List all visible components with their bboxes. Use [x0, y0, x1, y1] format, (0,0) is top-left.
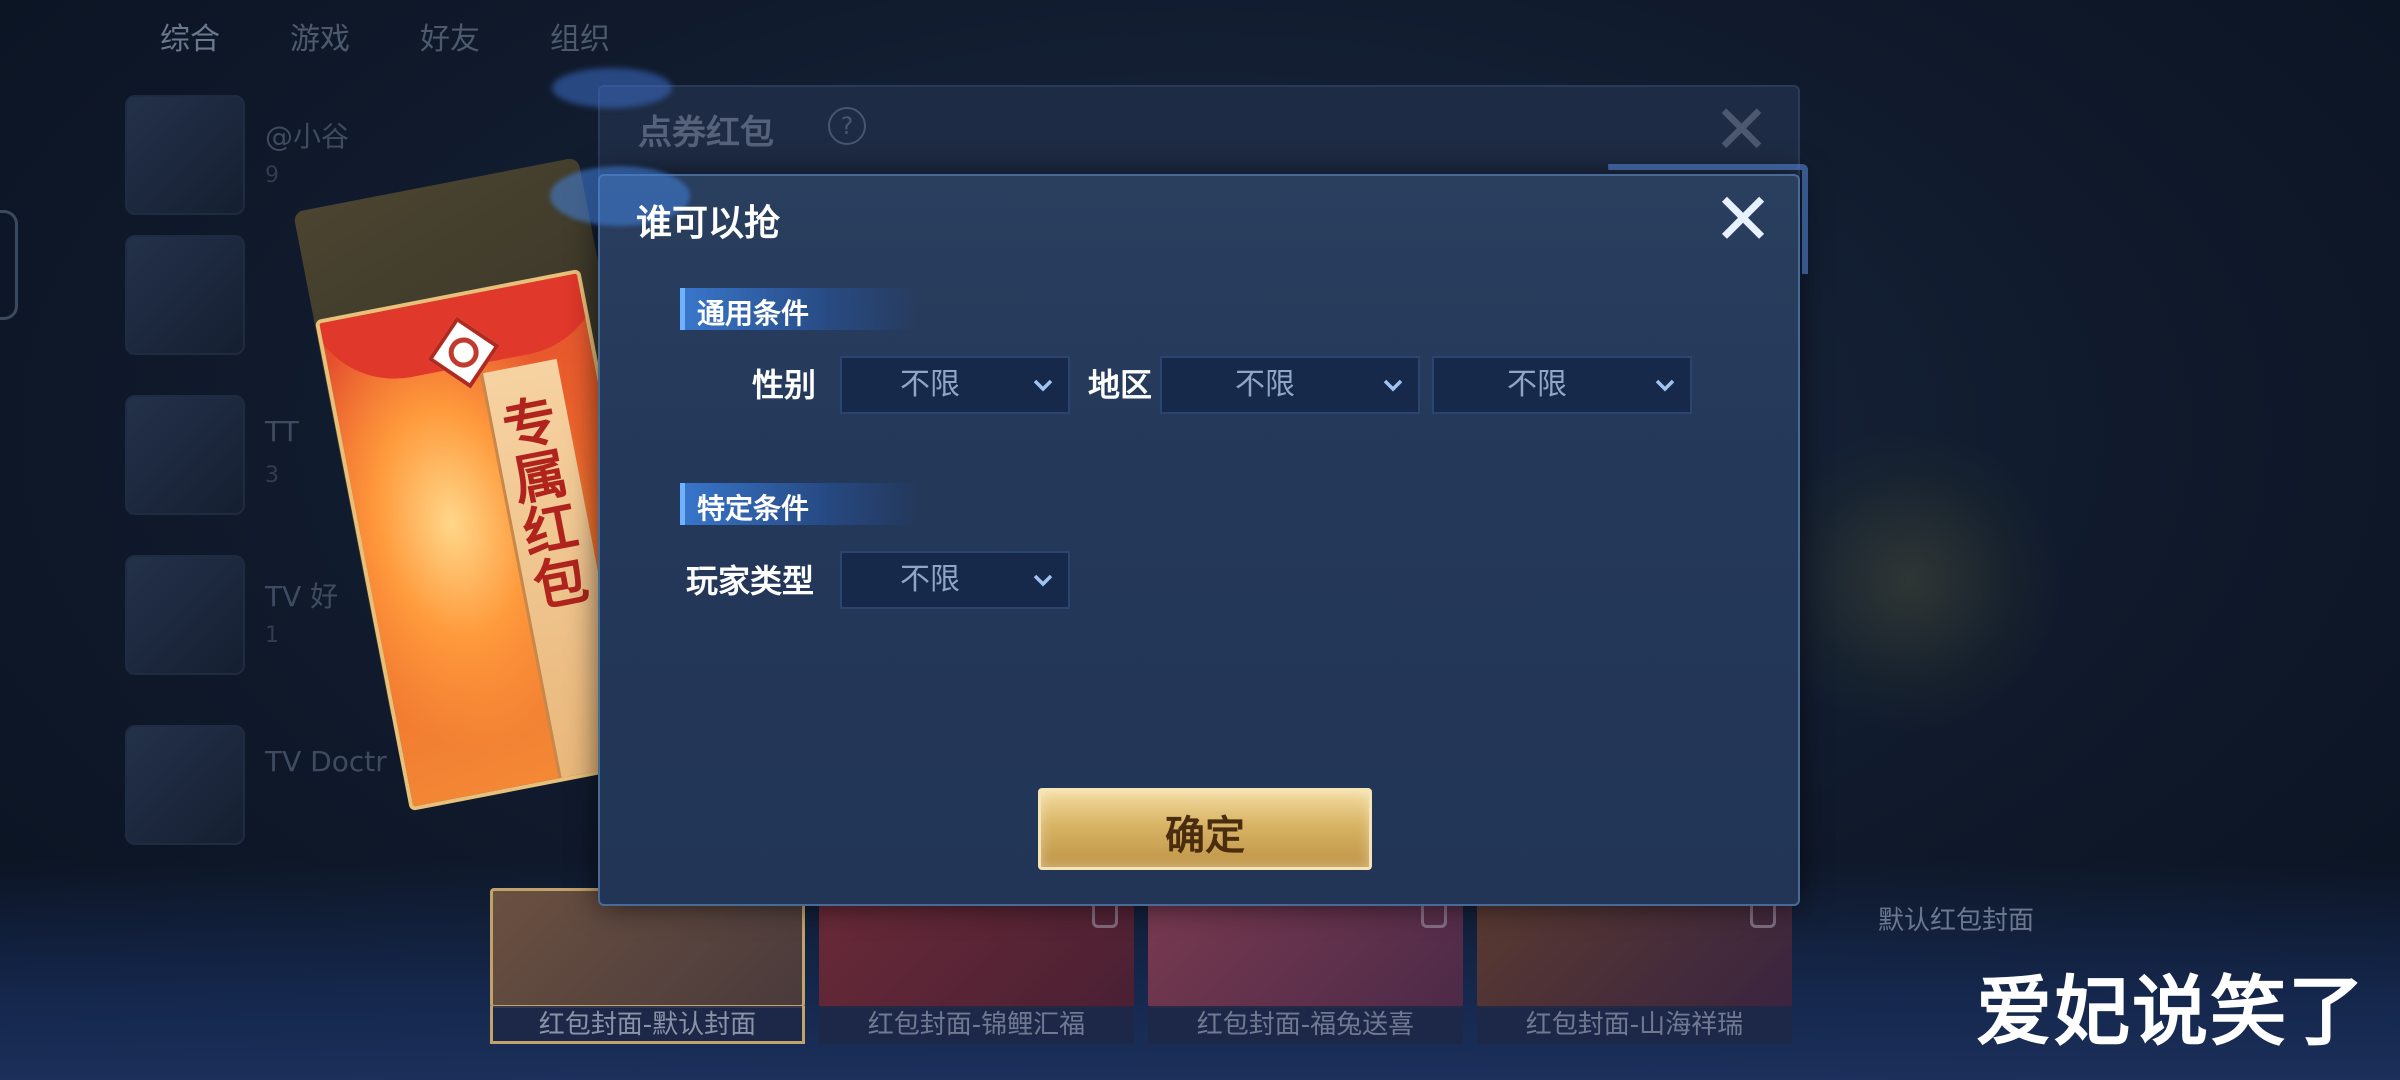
confirm-button[interactable]: 确定	[1038, 788, 1372, 870]
chevron-down-icon	[1033, 574, 1053, 587]
red-packet-close-icon[interactable]: ✕	[1713, 97, 1770, 165]
chevron-down-icon	[1655, 379, 1675, 392]
avatar	[125, 555, 245, 675]
background-tabs: 综合 游戏 好友 组织	[160, 14, 610, 58]
list-item-sub: 9	[265, 163, 279, 188]
cover-thumbnail	[1477, 888, 1792, 1008]
gender-label: 性别	[752, 366, 817, 404]
region-province-value: 不限	[1235, 367, 1295, 402]
region-label: 地区	[1088, 366, 1153, 404]
gender-select[interactable]: 不限	[840, 356, 1070, 414]
cover-thumbnail	[490, 888, 805, 1008]
avatar	[125, 725, 245, 845]
list-item-name: TV 好	[265, 580, 339, 613]
cover-strip: 红包封面-默认封面 红包封面-锦鲤汇福 红包封面-福兔送喜 红包封面-山海祥瑞	[490, 888, 1792, 1044]
bg-tab-1: 游戏	[290, 22, 350, 57]
background-character-glow	[1760, 430, 2060, 730]
cover-thumbnail	[1148, 888, 1463, 1008]
cover-item-rabbit[interactable]: 红包封面-福兔送喜	[1148, 888, 1463, 1044]
list-item-name: TT	[265, 415, 299, 448]
cover-label: 红包封面-福兔送喜	[1148, 1006, 1463, 1044]
cover-label: 红包封面-山海祥瑞	[1477, 1006, 1792, 1044]
section-special-header: 特定条件	[680, 483, 920, 525]
cloud-decoration	[552, 68, 672, 108]
player-type-select[interactable]: 不限	[840, 551, 1070, 609]
help-icon[interactable]: ?	[828, 107, 866, 145]
bg-tab-2: 好友	[420, 22, 480, 57]
section-general-header: 通用条件	[680, 288, 920, 330]
watermark-text: 爱妃说笑了	[1976, 967, 2366, 1056]
who-can-grab-dialog: 谁可以抢 ✕ 通用条件 性别 不限 地区 不限 不限 特定条件 玩家类型 不限 …	[550, 164, 1808, 906]
cover-item-mountain[interactable]: 红包封面-山海祥瑞	[1477, 888, 1792, 1044]
red-packet-dialog-title: 点券红包	[638, 113, 774, 153]
default-cover-label: 默认红包封面	[1878, 906, 2035, 936]
cover-label: 红包封面-锦鲤汇福	[819, 1006, 1134, 1044]
region-province-select[interactable]: 不限	[1160, 356, 1420, 414]
swirl-decoration	[1608, 164, 1808, 274]
cover-thumbnail	[819, 888, 1134, 1008]
section-general-title: 通用条件	[697, 297, 810, 330]
region-city-value: 不限	[1507, 367, 1567, 402]
player-type-value: 不限	[900, 562, 960, 597]
avatar	[125, 395, 245, 515]
list-item-sub: 3	[265, 463, 279, 488]
close-icon[interactable]: ✕	[1710, 183, 1776, 255]
bg-tab-0: 综合	[160, 22, 220, 57]
region-city-select[interactable]: 不限	[1432, 356, 1692, 414]
chevron-down-icon	[1033, 379, 1053, 392]
gender-select-value: 不限	[900, 367, 960, 402]
cover-item-koi[interactable]: 红包封面-锦鲤汇福	[819, 888, 1134, 1044]
avatar	[125, 235, 245, 355]
section-special-title: 特定条件	[697, 492, 810, 525]
cover-item-default[interactable]: 红包封面-默认封面	[490, 888, 805, 1044]
bg-tab-3: 组织	[550, 22, 610, 57]
side-drawer-handle	[0, 210, 18, 320]
chevron-down-icon	[1383, 379, 1403, 392]
avatar	[125, 95, 245, 215]
cover-label: 红包封面-默认封面	[490, 1006, 805, 1044]
list-item-name: @小谷	[265, 120, 350, 153]
player-type-label: 玩家类型	[686, 562, 815, 600]
list-item-sub: 1	[265, 623, 279, 648]
confirm-button-label: 确定	[1165, 813, 1245, 859]
dialog-title: 谁可以抢	[636, 203, 781, 244]
